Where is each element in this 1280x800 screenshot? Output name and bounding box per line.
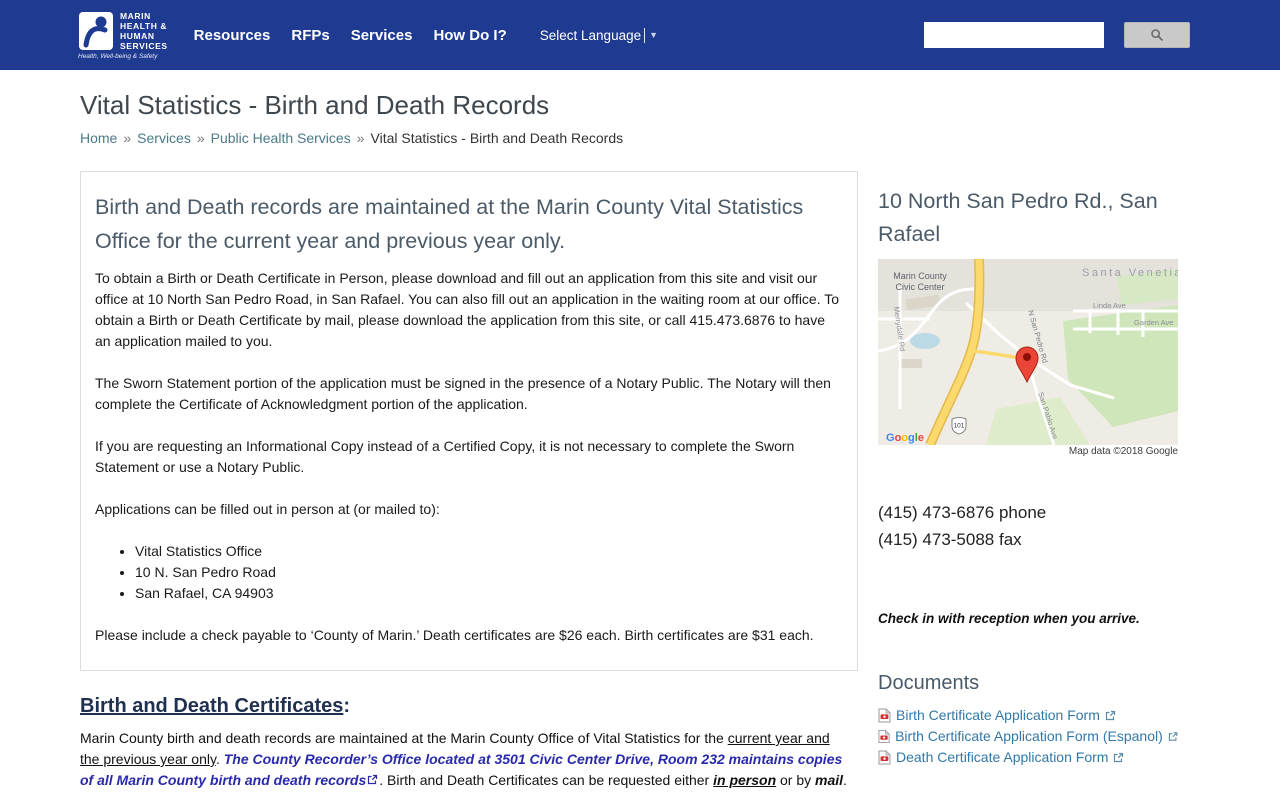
nav-rfps[interactable]: RFPs — [291, 27, 329, 44]
top-navigation-bar: MARIN HEALTH & HUMAN SERVICES Health, We… — [0, 0, 1280, 70]
language-cursor — [644, 27, 646, 43]
map-label-garden-ave: Garden Ave — [1134, 318, 1173, 327]
nav-how-do-i[interactable]: How Do I? — [433, 27, 506, 44]
chevron-down-icon: ▼ — [649, 30, 659, 40]
mail-text: mail — [815, 772, 844, 788]
breadcrumb-separator: » — [356, 130, 365, 146]
document-link-birth-certificate-espanol[interactable]: Birth Certificate Application Form (Espa… — [895, 726, 1163, 747]
main-column: Birth and Death records are maintained a… — [80, 171, 858, 791]
page-header: Vital Statistics - Birth and Death Recor… — [0, 90, 1280, 146]
highway-101-label: 101 — [954, 423, 965, 430]
text-segment: . — [843, 772, 847, 788]
breadcrumb-home[interactable]: Home — [80, 130, 117, 146]
certificates-paragraph: Marin County birth and death records are… — [80, 728, 850, 791]
map-label-civic-center-1: Marin County — [893, 271, 947, 281]
breadcrumb: Home » Services » Public Health Services… — [80, 130, 1200, 146]
reception-note: Check in with reception when you arrive. — [878, 611, 1140, 626]
highway-101-shield-icon: 101 — [951, 417, 967, 435]
document-link-birth-certificate[interactable]: Birth Certificate Application Form — [896, 705, 1100, 726]
paragraph-fees: Please include a check payable to ‘Count… — [95, 627, 814, 643]
external-link-icon — [368, 774, 378, 785]
language-label: Select Language — [539, 27, 642, 43]
nav-resources[interactable]: Resources — [194, 27, 271, 44]
language-selector[interactable]: Select Language ▼ — [539, 27, 659, 43]
office-address-list: Vital Statistics Office 10 N. San Pedro … — [135, 541, 843, 604]
map-label-santa-venetia: Santa Venetia — [1082, 267, 1178, 279]
location-heading: 10 North San Pedro Rd., San Rafael — [878, 189, 1158, 246]
article-box: Birth and Death records are maintained a… — [80, 171, 858, 671]
site-logo[interactable]: MARIN HEALTH & HUMAN SERVICES Health, We… — [78, 11, 168, 60]
paragraph-obtain: To obtain a Birth or Death Certificate i… — [95, 270, 840, 349]
phone-number: (415) 473-6876 phone — [878, 503, 1047, 522]
document-link-death-certificate[interactable]: Death Certificate Application Form — [896, 747, 1108, 768]
text-segment: . Birth and Death Certificates can be re… — [379, 772, 714, 788]
paragraph-sworn-statement: The Sworn Statement portion of the appli… — [95, 375, 831, 412]
search-area — [924, 22, 1190, 48]
logo-text: MARIN HEALTH & HUMAN SERVICES — [120, 10, 168, 51]
map-label-civic-center-2: Civic Center — [895, 282, 944, 292]
contact-block: (415) 473-6876 phone (415) 473-5088 fax — [878, 499, 1178, 553]
certificates-section: Birth and Death Certificates: Marin Coun… — [80, 695, 858, 791]
marin-hhs-logo-icon — [79, 11, 113, 50]
search-icon — [1151, 29, 1164, 42]
logo-tagline: Health, Well-being & Safety — [78, 52, 158, 60]
documents-heading: Documents — [878, 672, 980, 694]
external-link-icon — [1114, 752, 1124, 763]
pdf-icon — [878, 708, 891, 723]
pdf-icon — [878, 750, 891, 765]
map-attribution: Map data ©2018 Google — [1068, 446, 1178, 457]
external-link-icon — [1105, 710, 1115, 721]
google-logo-icon: Google — [886, 432, 924, 444]
breadcrumb-public-health-services[interactable]: Public Health Services — [211, 130, 351, 146]
map-image: Marin County Civic Center Santa Venetia … — [878, 259, 1178, 445]
document-link-row: Death Certificate Application Form — [878, 747, 1178, 768]
text-segment: . — [215, 751, 224, 767]
paragraph-informational-copy: If you are requesting an Informational C… — [95, 438, 795, 475]
map-label-linda-ave: Linda Ave — [1093, 301, 1126, 310]
documents-list: Birth Certificate Application Form Birth… — [878, 705, 1178, 768]
in-person-text: in person — [713, 772, 777, 788]
certificates-heading: Birth and Death Certificates: — [80, 695, 858, 718]
pdf-icon — [878, 729, 890, 744]
sidebar: 10 North San Pedro Rd., San Rafael Marin… — [878, 171, 1178, 768]
content-columns: Birth and Death records are maintained a… — [80, 171, 1200, 791]
external-link-icon — [1168, 732, 1178, 741]
breadcrumb-separator: » — [196, 130, 205, 146]
address-line: 10 N. San Pedro Road — [135, 562, 843, 583]
search-button[interactable] — [1124, 22, 1190, 48]
page-title: Vital Statistics - Birth and Death Recor… — [80, 90, 550, 120]
certificates-heading-text: Birth and Death Certificates — [80, 695, 344, 717]
search-input[interactable] — [924, 22, 1104, 48]
paragraph-applications: Applications can be filled out in person… — [95, 501, 440, 517]
location-map[interactable]: Marin County Civic Center Santa Venetia … — [878, 259, 1178, 445]
certificates-heading-colon: : — [343, 695, 351, 717]
address-line: Vital Statistics Office — [135, 541, 843, 562]
breadcrumb-services[interactable]: Services — [137, 130, 191, 146]
fax-number: (415) 473-5088 fax — [878, 530, 1022, 549]
text-segment: or by — [776, 772, 816, 788]
nav-services[interactable]: Services — [351, 27, 413, 44]
text-segment: Marin County birth and death records are… — [80, 730, 728, 746]
intro-heading: Birth and Death records are maintained a… — [95, 195, 804, 253]
page-root: MARIN HEALTH & HUMAN SERVICES Health, We… — [0, 0, 1280, 791]
document-link-row: Birth Certificate Application Form — [878, 705, 1178, 726]
main-nav: Resources RFPs Services How Do I? — [194, 27, 528, 44]
breadcrumb-separator: » — [123, 130, 132, 146]
document-link-row: Birth Certificate Application Form (Espa… — [878, 726, 1178, 747]
address-line: San Rafael, CA 94903 — [135, 583, 843, 604]
breadcrumb-current: Vital Statistics - Birth and Death Recor… — [370, 130, 624, 146]
